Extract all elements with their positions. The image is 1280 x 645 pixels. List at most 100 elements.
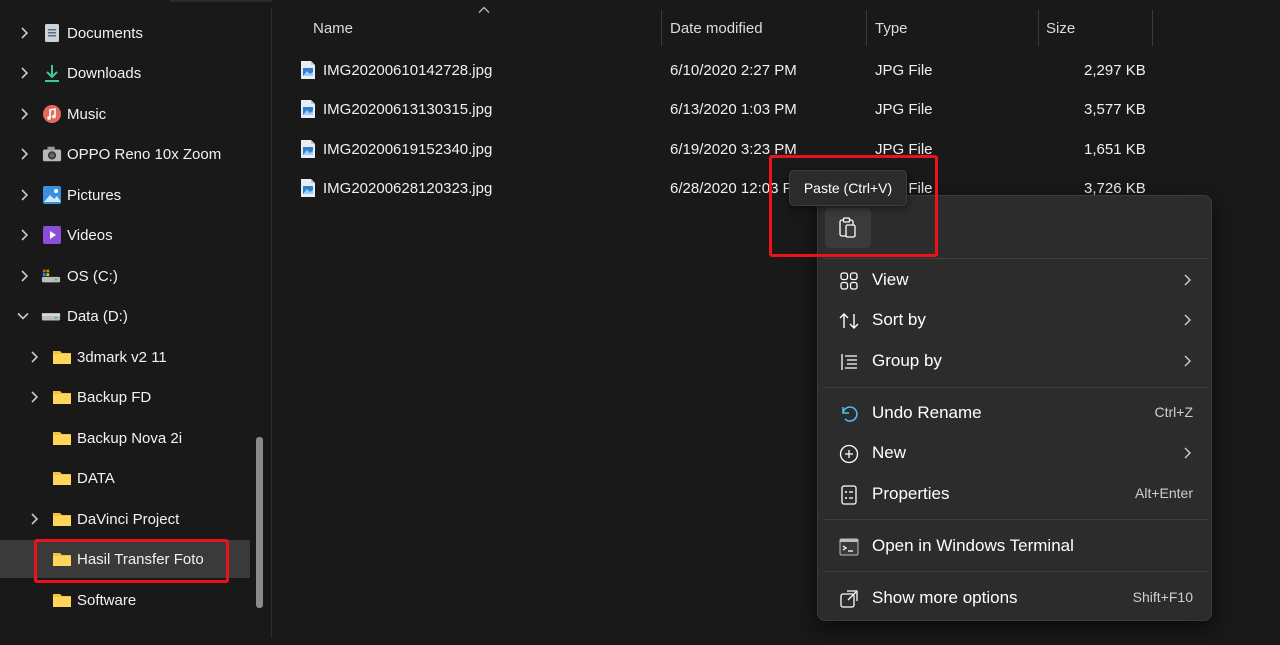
documents-icon [42, 23, 62, 43]
sidebar-item-davinci[interactable]: DaVinci Project [0, 500, 250, 538]
pane-divider[interactable] [271, 8, 272, 638]
view-icon [838, 270, 860, 292]
chevron-right-icon[interactable] [28, 351, 40, 363]
image-file-icon [301, 61, 315, 79]
column-header-name[interactable]: Name [313, 12, 353, 44]
chevron-right-icon[interactable] [28, 513, 40, 525]
file-size: 1,651 KB [1084, 141, 1146, 158]
sidebar-item-label: OS (C:) [67, 267, 118, 285]
file-size: 2,297 KB [1084, 62, 1146, 79]
sort-icon [838, 310, 860, 332]
folder-icon [52, 468, 72, 488]
chevron-right-icon[interactable] [18, 148, 30, 160]
chevron-right-icon [1184, 355, 1191, 367]
sidebar-scrollbar[interactable] [256, 437, 263, 608]
column-divider[interactable] [661, 10, 662, 46]
new-icon [838, 443, 860, 465]
sidebar-item-music[interactable]: Music [0, 95, 250, 133]
file-row[interactable]: IMG20200619152340.jpg 6/19/2020 3:23 PM … [273, 132, 1153, 168]
sidebar-item-label: Pictures [67, 186, 122, 204]
chevron-right-icon[interactable] [18, 108, 30, 120]
sidebar-item-label: Documents [67, 24, 143, 42]
sidebar-item-label: 3dmark v2 11 [77, 348, 167, 366]
chevron-right-icon [1184, 274, 1191, 286]
sidebar-item-software[interactable]: Software [0, 581, 250, 619]
sidebar-item-documents[interactable]: Documents [0, 14, 250, 52]
sidebar-item-videos[interactable]: Videos [0, 216, 250, 254]
menu-item-group-by[interactable]: Group by [822, 342, 1209, 380]
menu-item-undo-rename[interactable]: Undo Rename Ctrl+Z [822, 394, 1209, 432]
sidebar-item-label: Videos [67, 226, 113, 244]
menu-separator [823, 571, 1208, 572]
chevron-down-icon[interactable] [17, 310, 29, 322]
file-name: IMG20200619152340.jpg [323, 141, 493, 158]
sidebar-item-data-d[interactable]: Data (D:) [0, 297, 250, 335]
menu-item-new[interactable]: New [822, 434, 1209, 472]
file-name: IMG20200610142728.jpg [323, 62, 493, 79]
sidebar-item-backup-fd[interactable]: Backup FD [0, 378, 250, 416]
highlight-box-folder [34, 539, 229, 583]
context-menu: View Sort by Group by Undo Rename Ctrl+Z… [817, 195, 1212, 621]
chevron-right-icon [1184, 447, 1191, 459]
undo-icon [838, 403, 860, 425]
sidebar-item-label: Data (D:) [67, 307, 128, 325]
menu-item-sort-by[interactable]: Sort by [822, 301, 1209, 339]
chevron-right-icon[interactable] [28, 391, 40, 403]
menu-item-label: View [872, 270, 909, 289]
sidebar-item-data-folder[interactable]: DATA [0, 459, 250, 497]
file-row[interactable]: IMG20200613130315.jpg 6/13/2020 1:03 PM … [273, 92, 1153, 128]
menu-item-label: Sort by [872, 310, 926, 329]
menu-separator [823, 258, 1208, 259]
menu-item-open-terminal[interactable]: Open in Windows Terminal [822, 527, 1209, 565]
file-type: JPG File [875, 62, 933, 79]
file-size: 3,577 KB [1084, 101, 1146, 118]
sidebar-item-oppo-reno[interactable]: OPPO Reno 10x Zoom [0, 135, 250, 173]
menu-separator [823, 519, 1208, 520]
file-name: IMG20200613130315.jpg [323, 101, 493, 118]
menu-item-show-more-options[interactable]: Show more options Shift+F10 [822, 579, 1209, 617]
image-file-icon [301, 140, 315, 158]
sidebar-item-os-c[interactable]: OS (C:) [0, 257, 250, 295]
file-date: 6/13/2020 1:03 PM [670, 101, 797, 118]
chevron-right-icon[interactable] [18, 270, 30, 282]
chevron-right-icon[interactable] [18, 229, 30, 241]
sidebar-item-label: DATA [77, 469, 115, 487]
sidebar-item-downloads[interactable]: Downloads [0, 54, 250, 92]
chevron-right-icon[interactable] [18, 27, 30, 39]
menu-item-properties[interactable]: Properties Alt+Enter [822, 475, 1209, 513]
group-icon [838, 351, 860, 373]
column-header-size[interactable]: Size [1046, 12, 1075, 44]
menu-item-label: Open in Windows Terminal [872, 536, 1074, 555]
sidebar-item-pictures[interactable]: Pictures [0, 176, 250, 214]
column-divider[interactable] [1152, 10, 1153, 46]
column-divider[interactable] [866, 10, 867, 46]
chevron-right-icon[interactable] [18, 189, 30, 201]
chevron-right-icon[interactable] [18, 67, 30, 79]
music-icon [42, 104, 62, 124]
image-file-icon [301, 179, 315, 197]
menu-item-label: Group by [872, 351, 942, 370]
sidebar-item-label: OPPO Reno 10x Zoom [67, 145, 222, 163]
sidebar-item-label: Software [77, 591, 137, 609]
menu-item-view[interactable]: View [822, 261, 1209, 299]
sidebar-item-label: Backup Nova 2i [77, 429, 183, 447]
sidebar-item-label: Music [67, 105, 107, 123]
sidebar-item-3dmark[interactable]: 3dmark v2 11 [0, 338, 250, 376]
file-row[interactable]: IMG20200610142728.jpg 6/10/2020 2:27 PM … [273, 53, 1153, 89]
os-drive-icon [41, 266, 61, 286]
menu-item-label: Show more options [872, 588, 1018, 607]
downloads-icon [42, 63, 62, 83]
sidebar-item-label: Backup FD [77, 388, 152, 406]
terminal-icon [838, 536, 860, 558]
column-header-type[interactable]: Type [875, 12, 908, 44]
more-options-icon [838, 588, 860, 610]
pane-top-border [170, 0, 272, 2]
menu-item-shortcut: Ctrl+Z [1154, 404, 1194, 420]
folder-icon [52, 347, 72, 367]
menu-item-label: Properties [872, 484, 950, 503]
column-divider[interactable] [1038, 10, 1039, 46]
videos-icon [42, 225, 62, 245]
file-type: JPG File [875, 101, 933, 118]
sidebar-item-backup-nova[interactable]: Backup Nova 2i [0, 419, 250, 457]
column-header-date[interactable]: Date modified [670, 12, 763, 44]
